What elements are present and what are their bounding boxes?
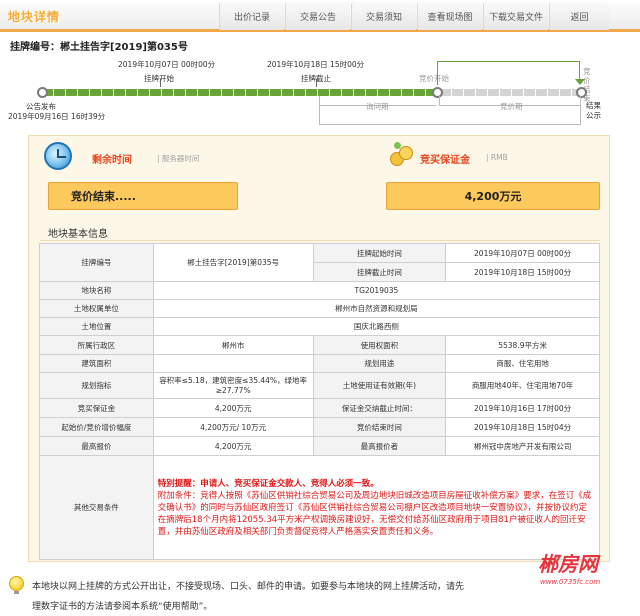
page-logo: 地块详情 [8, 10, 61, 24]
section-divider [40, 240, 600, 241]
table-row: 地块名称 TG2019035 [39, 281, 601, 300]
tab-bid-records[interactable]: 出价记录 [219, 2, 284, 30]
timeline-result-label: 结果公示 [586, 101, 601, 120]
brand-url: www.0735fc.com [540, 578, 601, 586]
timeline-start-date: 2019年10月07日 00时00分 [118, 60, 216, 69]
cell-index-key: 规划指标 [39, 372, 154, 399]
table-row: 最高报价 4,200万元 最高报价者 郴州冠中房地产开发有限公司 [39, 436, 600, 456]
timeline-arc [437, 61, 580, 62]
cell-term-value: 商服用地40年、住宅用地70年 [445, 372, 600, 399]
cell-bid-end-value: 2019年10月18日 15时04分 [445, 417, 600, 437]
timeline-result-bracket [319, 106, 581, 125]
table-row: 其他交易条件 特别提醒：申请人、竞买保证金交款人、竞得人必须一致。 附加条件：竞… [39, 455, 601, 560]
cell-deposit-key: 竞买保证金 [39, 398, 154, 418]
table-row: 建筑面积 规划用途 商服、住宅用地 [39, 354, 600, 373]
cell-bid-end-key: 竞价结束时间 [312, 417, 447, 437]
cell-build-value [152, 354, 314, 373]
deposit-value: 4,200万元 [386, 182, 600, 210]
lightbulb-icon [9, 576, 24, 594]
cell-top-key: 最高报价 [39, 436, 154, 456]
cell-code-key: 挂牌编号 [39, 243, 154, 282]
timeline: 2019年10月07日 00时00分 2019年10月18日 15时00分 挂牌… [0, 55, 640, 130]
timeline-publish-date: 2019年09月16日 16时39分 [8, 112, 106, 121]
brand-logo: 郴房网 [538, 552, 598, 576]
timeline-arrow-icon [575, 79, 585, 85]
cell-use-value: 商服、住宅用地 [445, 354, 600, 373]
coins-icon [388, 142, 416, 170]
table-row: 竞买保证金 4,200万元 保证金交纳截止时间： 2019年10月16日 17时… [39, 398, 600, 418]
timeline-arc-right [579, 61, 580, 81]
countdown-title: 剩余时间 [92, 155, 132, 166]
listing-code: 挂牌编号：郴土挂告字[2019]第035号 [10, 38, 188, 53]
table-row: 土地位置 国庆北路西侧 [39, 317, 601, 336]
cell-deposit-value: 4,200万元 [152, 398, 314, 418]
cell-price-value: 4,200万元/ 10万元 [152, 417, 314, 437]
timeline-bid-end-label: 竞价结束 [583, 67, 591, 103]
land-info-table: 挂牌编号 郴土挂告字[2019]第035号 挂牌起始时间 2019年10月07日… [39, 243, 601, 560]
cell-district-value: 郴州市 [152, 335, 314, 355]
table-row: 挂牌编号 郴土挂告字[2019]第035号 挂牌起始时间 2019年10月07日… [39, 243, 600, 282]
cell-deadline-key: 保证金交纳截止时间： [312, 398, 447, 418]
cell-area-value: 5538.9平方米 [445, 335, 600, 355]
deposit-title: 竞买保证金 [420, 155, 470, 166]
cell-area-key: 使用权面积 [312, 335, 447, 355]
tab-site-photos[interactable]: 查看现场图 [417, 2, 482, 30]
deposit-subtitle: | RMB [486, 153, 508, 162]
cell-name-value: TG2019035 [152, 281, 601, 300]
listing-code-label: 挂牌编号： [10, 42, 60, 53]
section-title: 地块基本信息 [48, 229, 108, 240]
tab-back[interactable]: 返回 [549, 2, 609, 30]
table-row: 规划指标 容积率≤5.18，建筑密度≤35.44%，绿地率≥27.77% 土地使… [39, 372, 600, 399]
top-nav: 出价记录 交易公告 交易须知 查看现场图 下载交易文件 返回 [219, 2, 610, 30]
cell-index-value: 容积率≤5.18，建筑密度≤35.44%，绿地率≥27.77% [152, 372, 314, 399]
cell-start-value: 2019年10月07日 00时00分 [445, 243, 600, 263]
cell-bidder-key: 最高报价者 [312, 436, 447, 456]
footer-text-line-1: 本地块以网上挂牌的方式公开出让，不接受现场、口头、邮件的申请。如要参与本地块的网… [32, 582, 465, 592]
timeline-tick-start [160, 79, 161, 87]
footer-text-line-2: 理数字证书的方法请参阅本系统“使用帮助”。 [32, 602, 213, 612]
cell-owner-value: 郴州市自然资源和规划局 [152, 299, 601, 318]
tab-announcement[interactable]: 交易公告 [285, 2, 350, 30]
table-row: 起始价/竞价增价幅度 4,200万元/ 10万元 竞价结束时间 2019年10月… [39, 417, 600, 437]
countdown-subtitle: | 服务器时间 [157, 154, 200, 163]
cell-other-key: 其他交易条件 [39, 455, 154, 560]
cell-deadline-value: 2019年10月16日 17时00分 [445, 398, 600, 418]
timeline-start-label: 挂牌开始 [144, 74, 174, 83]
cell-start-key: 挂牌起始时间 [312, 243, 447, 263]
cell-name-key: 地块名称 [39, 281, 154, 300]
cell-build-key: 建筑面积 [39, 354, 154, 373]
table-row: 所属行政区 郴州市 使用权面积 5538.9平方米 [39, 335, 600, 355]
footer-text: 本地块以网上挂牌的方式公开出让，不接受现场、口头、邮件的申请。如要参与本地块的网… [32, 577, 552, 616]
condition-text: 附加条件：竞得人按照《苏仙区供销社综合贸易公司及周边地块旧城改造项目房屋征收补偿… [157, 490, 592, 537]
cell-location-value: 国庆北路西侧 [152, 317, 601, 336]
cell-code-value: 郴土挂告字[2019]第035号 [152, 243, 314, 282]
timeline-track-pending [440, 89, 580, 96]
alert-text: 特别提醒：申请人、竞买保证金交款人、竞得人必须一致。 [157, 478, 379, 489]
cell-top-value: 4,200万元 [152, 436, 314, 456]
timeline-end-date: 2019年10月18日 15时00分 [267, 60, 365, 69]
timeline-dot-publish [37, 87, 48, 98]
cell-term-key: 土地使用证有效期(年) [312, 372, 447, 399]
cell-district-key: 所属行政区 [39, 335, 154, 355]
cell-use-key: 规划用途 [312, 354, 447, 373]
cell-owner-key: 土地权属单位 [39, 299, 154, 318]
tab-trading-rules[interactable]: 交易须知 [351, 2, 416, 30]
table-row: 土地权属单位 郴州市自然资源和规划局 [39, 299, 601, 318]
cell-bidder-value: 郴州冠中房地产开发有限公司 [445, 436, 600, 456]
page-header: 地块详情 出价记录 交易公告 交易须知 查看现场图 下载交易文件 返回 [0, 0, 640, 32]
cell-end-value: 2019年10月18日 15时00分 [445, 262, 600, 282]
timeline-arc-left [437, 61, 438, 85]
tab-download-files[interactable]: 下载交易文件 [483, 2, 548, 30]
clock-icon [44, 142, 72, 170]
countdown-value: 竞价结束..... [48, 182, 238, 210]
timeline-track-done [42, 89, 435, 96]
cell-other-value: 特别提醒：申请人、竞买保证金交款人、竞得人必须一致。 附加条件：竞得人按照《苏仙… [152, 455, 601, 560]
timeline-bid-start-label: 竞价开始 [419, 74, 449, 83]
cell-end-key: 挂牌截止时间 [312, 262, 447, 282]
cell-price-key: 起始价/竞价增价幅度 [39, 417, 154, 437]
cell-location-key: 土地位置 [39, 317, 154, 336]
listing-code-value: 郴土挂告字[2019]第035号 [60, 42, 188, 53]
timeline-tick-end [316, 79, 317, 87]
